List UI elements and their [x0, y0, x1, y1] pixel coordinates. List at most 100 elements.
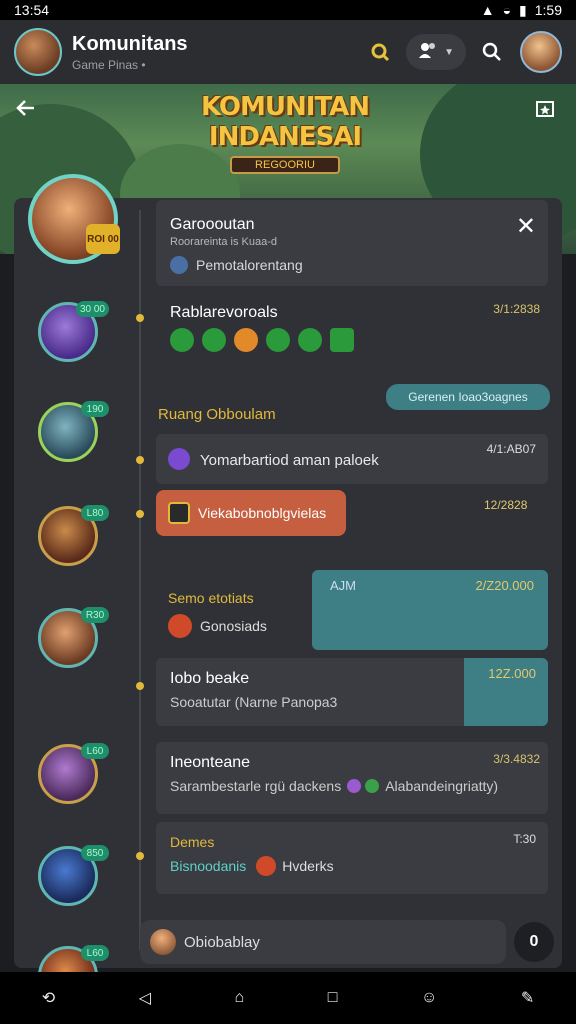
member-level-badge: 850 — [81, 845, 109, 861]
feed-item-b: Hvderks — [282, 858, 334, 874]
leaf-icon — [365, 779, 380, 793]
close-icon[interactable]: ✕ — [516, 212, 536, 241]
highlight-text: Viekabobnoblgvielas — [198, 505, 327, 521]
timeline-dot — [136, 456, 144, 464]
member-avatar[interactable]: R30 — [38, 607, 109, 668]
feed-item[interactable]: Iobo beake Sooatutar (Narne Panopa3 12Z.… — [156, 658, 548, 726]
gem-icon — [168, 448, 190, 470]
members-dropdown[interactable]: ▼ — [406, 34, 466, 70]
signal-icon: ▲ — [480, 2, 495, 18]
member-level-badge: 190 — [81, 401, 109, 417]
app-title: Komunitans — [72, 32, 188, 55]
app-root: 13:54 ▲ ◒ ▮ 1:59 Komunitans Game Pinas •… — [0, 0, 576, 1024]
chest-icon — [168, 502, 190, 524]
gem-icon — [347, 779, 362, 793]
pinned-subtitle: Roorareinta is Kuaa-d — [170, 236, 278, 248]
members-icon — [418, 41, 438, 64]
feed-subtitle-row: Sarambestarle rgü dackens Alabandeingria… — [170, 778, 498, 794]
app-subtitle: Game Pinas • — [72, 57, 146, 72]
teal-bubble[interactable]: AJM 2/Z20.000 — [312, 570, 548, 650]
feed-title: Semo etotiats — [168, 590, 254, 606]
member-level-badge: L60 — [81, 945, 109, 961]
section-label: Ruang Obboulam — [158, 406, 276, 423]
item-icon — [170, 256, 188, 274]
feed-title: Rablarevoroals — [170, 304, 278, 321]
community-avatar[interactable] — [14, 28, 62, 76]
teal-bubble: 12Z.000 — [464, 658, 548, 726]
banner-title-line2: INDANESAI — [208, 122, 362, 152]
bubble-value: 2/Z20.000 — [475, 578, 534, 593]
pinned-item-label: Pemotalorentang — [196, 257, 303, 273]
member-avatar[interactable]: L60 — [38, 743, 109, 804]
feed-item-label: Gonosiads — [200, 618, 267, 634]
back-arrow-icon[interactable] — [14, 96, 38, 127]
status-bar: 13:54 ▲ ◒ ▮ 1:59 — [0, 0, 576, 20]
member-sidebar: ROI 00 30 00 190 L80 R30 L60 850 L60 — [14, 174, 134, 1006]
feed-title: Ineonteane — [170, 754, 251, 771]
feed-item[interactable]: Rablarevoroals 3/1:2838 — [156, 292, 548, 364]
user-avatar-small — [150, 929, 176, 955]
member-level-badge: 30 00 — [75, 301, 109, 317]
fire-icon — [168, 614, 192, 638]
leaf-icon — [202, 328, 226, 352]
feed-title: Demes — [170, 834, 215, 850]
system-pill: Gerenen Ioao3oagnes — [386, 384, 550, 410]
profile-avatar[interactable] — [520, 31, 562, 73]
pinned-item: Pemotalorentang — [170, 256, 303, 274]
rotate-icon[interactable]: ⟲ — [42, 988, 55, 1008]
feed-subtitle-a: Sarambestarle rgü dackens — [170, 778, 342, 794]
fire-icon — [256, 856, 277, 876]
feed-timestamp: 12/2828 — [484, 498, 528, 512]
feed-item[interactable]: Ineonteane 3/3.4832 Sarambestarle rgü da… — [156, 742, 548, 814]
status-icons: ▲ ◒ ▮ 1:59 — [481, 2, 562, 19]
home-nav-icon[interactable]: ⌂ — [235, 989, 245, 1007]
gold-search-icon[interactable] — [362, 34, 398, 70]
banner-tag: REGOORIU — [230, 156, 340, 174]
feed-title: Iobo beake — [170, 670, 250, 687]
feed-timestamp: 3/3.4832 — [493, 752, 540, 766]
feed-item[interactable]: Yomarbartiod aman paloek 4/1:AB07 — [156, 434, 548, 484]
member-avatar[interactable]: 850 — [38, 845, 109, 906]
timeline-dot — [136, 852, 144, 860]
member-avatar[interactable]: L80 — [38, 505, 109, 566]
feed-item[interactable]: Demes T:30 Bisnoodanis Hvderks — [156, 822, 548, 894]
chevron-down-icon: ▼ — [444, 46, 454, 58]
bookmark-star-icon[interactable] — [534, 98, 556, 125]
bubble-value: 12Z.000 — [488, 666, 536, 681]
search-icon[interactable] — [474, 34, 510, 70]
feed-subtitle: Sooatutar (Narne Panopa3 — [170, 694, 338, 710]
member-level-badge: L80 — [81, 505, 109, 521]
app-bar: Komunitans Game Pinas • ▼ — [0, 20, 576, 84]
feed-timestamp: T:30 — [513, 832, 536, 846]
feed-item-row: Gonosiads — [168, 614, 267, 638]
featured-member-badge: ROI 00 — [86, 224, 120, 254]
heart-icon — [234, 328, 258, 352]
leaf-icon — [170, 328, 194, 352]
reaction-row — [170, 328, 362, 352]
highlight-chip[interactable]: Viekabobnoblgvielas — [156, 490, 346, 536]
battery-icon: ▮ — [519, 1, 527, 18]
back-nav-icon[interactable]: ◁ — [139, 988, 151, 1008]
recents-nav-icon[interactable]: □ — [328, 989, 338, 1007]
banner-logo: KOMUNITAN INDANESAI REGOORIU — [200, 92, 370, 174]
message-input[interactable]: Obiobablay — [140, 920, 506, 964]
member-avatar[interactable]: 190 — [38, 401, 109, 462]
send-button[interactable]: 0 — [514, 922, 554, 962]
pinned-card[interactable]: Garoooutan Roorareinta is Kuaa-d Pemotal… — [156, 200, 548, 286]
feed-subtitle-b: Alabandeingriatty) — [385, 778, 499, 794]
featured-member-avatar[interactable]: ROI 00 — [28, 174, 120, 264]
feed-timestamp: 3/1:2838 — [493, 302, 540, 316]
bubble-label: AJM — [330, 578, 356, 593]
leaf-icon — [266, 328, 290, 352]
feed-text: Yomarbartiod aman paloek — [200, 452, 379, 469]
timeline-dot — [136, 314, 144, 322]
edit-nav-icon[interactable]: ✎ — [521, 988, 534, 1008]
member-avatar[interactable]: 30 00 — [38, 301, 109, 362]
feed-item-a: Bisnoodanis — [170, 858, 247, 874]
user-nav-icon[interactable]: ☺ — [421, 989, 437, 1007]
member-level-badge: L60 — [81, 743, 109, 759]
leaf-icon — [330, 328, 354, 352]
title-block: Komunitans Game Pinas • — [72, 33, 362, 72]
wifi-icon: ◒ — [502, 2, 512, 18]
timeline-dot — [136, 682, 144, 690]
